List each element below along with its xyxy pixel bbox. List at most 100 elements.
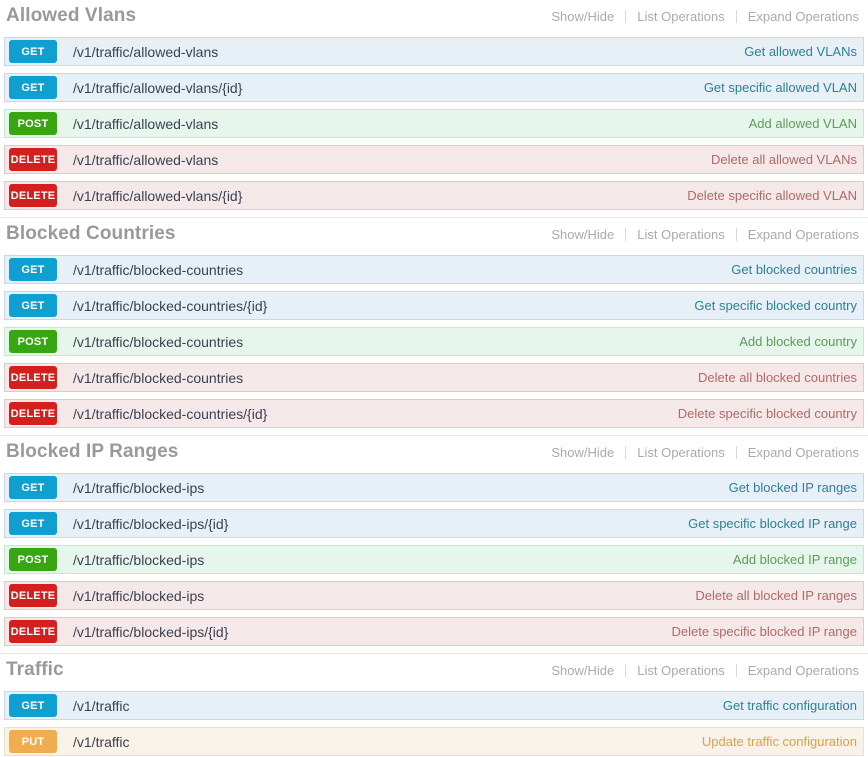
operation-path[interactable]: /v1/traffic/allowed-vlans [73, 44, 732, 60]
operation-summary[interactable]: Delete all blocked IP ranges [695, 588, 857, 603]
operation-path[interactable]: /v1/traffic/blocked-ips/{id} [73, 624, 660, 640]
operation-summary[interactable]: Get blocked IP ranges [729, 480, 857, 495]
resource-section: Allowed Vlans Show/Hide List Operations Exp… [0, 0, 868, 210]
resource-title[interactable]: Traffic [6, 659, 64, 681]
resource-options: Show/Hide List Operations Expand Operation… [540, 445, 862, 460]
api-docs-root: Allowed Vlans Show/Hide List Operations Exp… [0, 0, 868, 756]
resource-title[interactable]: Allowed Vlans [6, 5, 136, 27]
operation-row[interactable]: POST/v1/traffic/blocked-countries Add blo… [4, 327, 864, 356]
operation-path[interactable]: /v1/traffic/blocked-ips/{id} [73, 516, 676, 532]
operation-row[interactable]: GET/v1/traffic/blocked-ips/{id} Get speci… [4, 509, 864, 538]
operation-path[interactable]: /v1/traffic/allowed-vlans [73, 116, 737, 132]
operation-row[interactable]: DELETE/v1/traffic/blocked-ips Delete all … [4, 581, 864, 610]
resource-section: Traffic Show/Hide List Operations Expand Op… [0, 653, 868, 756]
list-operations-link[interactable]: List Operations [626, 9, 735, 24]
operation-path[interactable]: /v1/traffic/blocked-countries/{id} [73, 406, 666, 422]
operation-summary[interactable]: Delete specific blocked country [678, 406, 857, 421]
operation-path[interactable]: /v1/traffic/allowed-vlans/{id} [73, 188, 675, 204]
method-badge-delete: DELETE [9, 584, 57, 607]
resource-options: Show/Hide List Operations Expand Operation… [540, 9, 862, 24]
operation-path[interactable]: /v1/traffic/allowed-vlans [73, 152, 699, 168]
show-hide-link[interactable]: Show/Hide [540, 445, 625, 460]
list-operations-link[interactable]: List Operations [626, 663, 735, 678]
method-badge-get: GET [9, 40, 57, 63]
resource-section: Blocked IP Ranges Show/Hide List Operation… [0, 435, 868, 646]
method-badge-post: POST [9, 112, 57, 135]
resource-options: Show/Hide List Operations Expand Operation… [540, 227, 862, 242]
expand-operations-link[interactable]: Expand Operations [737, 663, 862, 678]
operation-summary[interactable]: Delete specific blocked IP range [672, 624, 857, 639]
operation-row[interactable]: GET/v1/traffic Get traffic configuration [4, 691, 864, 720]
method-badge-put: PUT [9, 730, 57, 753]
operation-row[interactable]: GET/v1/traffic/blocked-countries Get bloc… [4, 255, 864, 284]
method-badge-get: GET [9, 694, 57, 717]
operation-row[interactable]: POST/v1/traffic/allowed-vlans Add allowed… [4, 109, 864, 138]
expand-operations-link[interactable]: Expand Operations [737, 227, 862, 242]
show-hide-link[interactable]: Show/Hide [540, 227, 625, 242]
operation-summary[interactable]: Get specific allowed VLAN [704, 80, 857, 95]
method-badge-delete: DELETE [9, 366, 57, 389]
list-operations-link[interactable]: List Operations [626, 445, 735, 460]
operation-summary[interactable]: Delete all allowed VLANs [711, 152, 857, 167]
operation-path[interactable]: /v1/traffic/blocked-ips [73, 552, 721, 568]
method-badge-get: GET [9, 476, 57, 499]
resource-options: Show/Hide List Operations Expand Operation… [540, 663, 862, 678]
operation-summary[interactable]: Add blocked country [739, 334, 857, 349]
resource-header: Blocked Countries Show/Hide List Operation… [0, 218, 868, 255]
operation-row[interactable]: PUT/v1/traffic Update traffic configurati… [4, 727, 864, 756]
method-badge-delete: DELETE [9, 620, 57, 643]
method-badge-get: GET [9, 294, 57, 317]
operation-row[interactable]: GET/v1/traffic/blocked-countries/{id} Get… [4, 291, 864, 320]
show-hide-link[interactable]: Show/Hide [540, 9, 625, 24]
operation-list: GET/v1/traffic Get traffic configuration P… [0, 691, 868, 756]
operation-summary[interactable]: Update traffic configuration [702, 734, 857, 749]
method-badge-post: POST [9, 330, 57, 353]
list-operations-link[interactable]: List Operations [626, 227, 735, 242]
operation-path[interactable]: /v1/traffic/blocked-ips [73, 480, 717, 496]
operation-row[interactable]: DELETE/v1/traffic/allowed-vlans Delete al… [4, 145, 864, 174]
operation-summary[interactable]: Get blocked countries [731, 262, 857, 277]
resource-header: Blocked IP Ranges Show/Hide List Operation… [0, 436, 868, 473]
operation-list: GET/v1/traffic/allowed-vlans Get allowed … [0, 37, 868, 210]
resource-header: Traffic Show/Hide List Operations Expand Op… [0, 654, 868, 691]
show-hide-link[interactable]: Show/Hide [540, 663, 625, 678]
operation-path[interactable]: /v1/traffic/blocked-countries [73, 370, 686, 386]
operation-row[interactable]: GET/v1/traffic/blocked-ips Get blocked IP… [4, 473, 864, 502]
operation-summary[interactable]: Get specific blocked IP range [688, 516, 857, 531]
method-badge-delete: DELETE [9, 184, 57, 207]
operation-row[interactable]: DELETE/v1/traffic/blocked-countries/{id}… [4, 399, 864, 428]
operation-summary[interactable]: Get allowed VLANs [744, 44, 857, 59]
expand-operations-link[interactable]: Expand Operations [737, 9, 862, 24]
method-badge-delete: DELETE [9, 148, 57, 171]
operation-path[interactable]: /v1/traffic/blocked-countries/{id} [73, 298, 682, 314]
method-badge-get: GET [9, 258, 57, 281]
resource-title[interactable]: Blocked Countries [6, 223, 176, 245]
operation-path[interactable]: /v1/traffic/blocked-ips [73, 588, 683, 604]
operation-summary[interactable]: Delete all blocked countries [698, 370, 857, 385]
operation-path[interactable]: /v1/traffic/allowed-vlans/{id} [73, 80, 692, 96]
method-badge-get: GET [9, 76, 57, 99]
operation-path[interactable]: /v1/traffic/blocked-countries [73, 262, 719, 278]
method-badge-post: POST [9, 548, 57, 571]
operation-list: GET/v1/traffic/blocked-countries Get bloc… [0, 255, 868, 428]
operation-row[interactable]: DELETE/v1/traffic/blocked-ips/{id} Delete… [4, 617, 864, 646]
expand-operations-link[interactable]: Expand Operations [737, 445, 862, 460]
operation-row[interactable]: GET/v1/traffic/allowed-vlans/{id} Get spe… [4, 73, 864, 102]
operation-summary[interactable]: Delete specific allowed VLAN [687, 188, 857, 203]
operation-summary[interactable]: Get traffic configuration [723, 698, 857, 713]
resource-section: Blocked Countries Show/Hide List Operation… [0, 217, 868, 428]
operation-row[interactable]: DELETE/v1/traffic/blocked-countries Delet… [4, 363, 864, 392]
operation-summary[interactable]: Add allowed VLAN [749, 116, 857, 131]
operation-path[interactable]: /v1/traffic/blocked-countries [73, 334, 727, 350]
operation-summary[interactable]: Get specific blocked country [694, 298, 857, 313]
resource-title[interactable]: Blocked IP Ranges [6, 441, 178, 463]
operation-list: GET/v1/traffic/blocked-ips Get blocked IP… [0, 473, 868, 646]
method-badge-get: GET [9, 512, 57, 535]
operation-row[interactable]: POST/v1/traffic/blocked-ips Add blocked I… [4, 545, 864, 574]
operation-path[interactable]: /v1/traffic [73, 734, 690, 750]
operation-row[interactable]: GET/v1/traffic/allowed-vlans Get allowed … [4, 37, 864, 66]
operation-path[interactable]: /v1/traffic [73, 698, 711, 714]
operation-summary[interactable]: Add blocked IP range [733, 552, 857, 567]
method-badge-delete: DELETE [9, 402, 57, 425]
operation-row[interactable]: DELETE/v1/traffic/allowed-vlans/{id} Dele… [4, 181, 864, 210]
